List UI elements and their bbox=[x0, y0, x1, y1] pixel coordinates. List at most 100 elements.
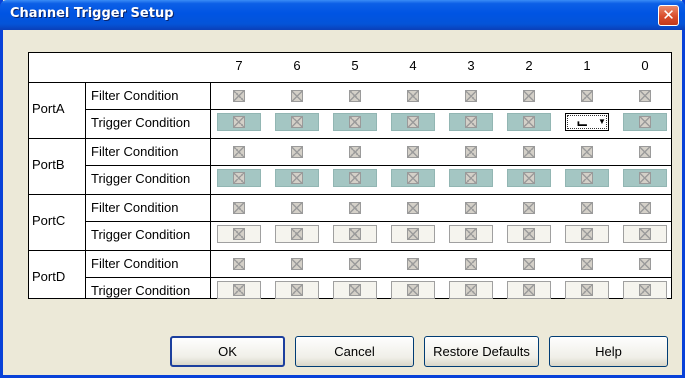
port-label: PortD bbox=[32, 269, 66, 284]
trigger-condition-cell[interactable] bbox=[449, 113, 493, 131]
cancel-button[interactable]: Cancel bbox=[295, 336, 414, 367]
close-icon[interactable]: ✕ bbox=[658, 5, 679, 26]
trigger-condition-cell[interactable] bbox=[391, 281, 435, 299]
trigger-condition-cell[interactable] bbox=[391, 225, 435, 243]
trigger-condition-cell[interactable] bbox=[623, 169, 667, 187]
filter-checkbox[interactable] bbox=[523, 258, 535, 270]
trigger-checkbox-icon bbox=[407, 284, 419, 296]
trigger-condition-cell[interactable] bbox=[623, 113, 667, 131]
filter-checkbox[interactable] bbox=[639, 90, 651, 102]
trigger-checkbox-icon bbox=[291, 172, 303, 184]
filter-checkbox[interactable] bbox=[639, 258, 651, 270]
channel-column-header: 6 bbox=[293, 58, 301, 73]
restore-defaults-button[interactable]: Restore Defaults bbox=[424, 336, 539, 367]
trigger-checkbox-icon bbox=[349, 116, 361, 128]
port-divider bbox=[29, 138, 671, 139]
filter-checkbox[interactable] bbox=[581, 146, 593, 158]
trigger-checkbox-icon bbox=[523, 116, 535, 128]
filter-checkbox[interactable] bbox=[349, 146, 361, 158]
channel-grid: 7 6 5 4 3 2 1 0 PortA Filter Condition Trigger Co… bbox=[28, 52, 672, 299]
trigger-checkbox-icon bbox=[639, 284, 651, 296]
filter-checkbox[interactable] bbox=[407, 146, 419, 158]
trigger-condition-cell[interactable] bbox=[449, 169, 493, 187]
filter-checkbox[interactable] bbox=[291, 258, 303, 270]
filter-checkbox[interactable] bbox=[349, 258, 361, 270]
filter-checkbox[interactable] bbox=[581, 258, 593, 270]
trigger-condition-dropdown[interactable]: ⌙ ▼ bbox=[565, 113, 609, 132]
filter-checkbox[interactable] bbox=[233, 258, 245, 270]
filter-checkbox[interactable] bbox=[639, 146, 651, 158]
filter-condition-label: Filter Condition bbox=[91, 200, 179, 215]
trigger-condition-cell[interactable] bbox=[275, 113, 319, 131]
trigger-condition-cell[interactable] bbox=[507, 113, 551, 131]
trigger-checkbox-icon bbox=[523, 284, 535, 296]
trigger-condition-cell[interactable] bbox=[333, 225, 377, 243]
filter-checkbox[interactable] bbox=[349, 202, 361, 214]
channel-column-header: 1 bbox=[583, 58, 591, 73]
trigger-checkbox-icon bbox=[291, 228, 303, 240]
filter-condition-label: Filter Condition bbox=[91, 88, 179, 103]
trigger-condition-cell[interactable] bbox=[217, 113, 261, 131]
trigger-checkbox-icon bbox=[639, 172, 651, 184]
trigger-condition-cell[interactable] bbox=[275, 281, 319, 299]
trigger-checkbox-icon bbox=[465, 228, 477, 240]
row-divider bbox=[85, 221, 671, 222]
filter-checkbox[interactable] bbox=[291, 146, 303, 158]
filter-checkbox[interactable] bbox=[465, 90, 477, 102]
channel-column-header: 0 bbox=[641, 58, 649, 73]
filter-checkbox[interactable] bbox=[523, 90, 535, 102]
port-label: PortC bbox=[32, 213, 66, 228]
trigger-condition-cell[interactable] bbox=[217, 225, 261, 243]
trigger-condition-cell[interactable] bbox=[275, 225, 319, 243]
trigger-condition-cell[interactable] bbox=[275, 169, 319, 187]
trigger-checkbox-icon bbox=[233, 284, 245, 296]
filter-checkbox[interactable] bbox=[581, 90, 593, 102]
filter-checkbox[interactable] bbox=[581, 202, 593, 214]
trigger-condition-cell[interactable] bbox=[507, 225, 551, 243]
row-divider bbox=[85, 109, 671, 110]
filter-checkbox[interactable] bbox=[407, 90, 419, 102]
chevron-down-icon[interactable]: ▼ bbox=[598, 117, 606, 126]
filter-checkbox[interactable] bbox=[291, 202, 303, 214]
trigger-condition-cell[interactable] bbox=[623, 281, 667, 299]
filter-checkbox[interactable] bbox=[465, 202, 477, 214]
filter-checkbox[interactable] bbox=[233, 146, 245, 158]
trigger-condition-cell[interactable] bbox=[333, 113, 377, 131]
filter-checkbox[interactable] bbox=[407, 258, 419, 270]
channel-column-header: 7 bbox=[235, 58, 243, 73]
trigger-condition-cell[interactable] bbox=[333, 281, 377, 299]
filter-checkbox[interactable] bbox=[233, 90, 245, 102]
trigger-condition-label: Trigger Condition bbox=[91, 283, 191, 298]
trigger-condition-cell[interactable] bbox=[449, 225, 493, 243]
filter-checkbox[interactable] bbox=[349, 90, 361, 102]
filter-checkbox[interactable] bbox=[465, 258, 477, 270]
filter-checkbox[interactable] bbox=[523, 202, 535, 214]
filter-checkbox[interactable] bbox=[407, 202, 419, 214]
trigger-condition-cell[interactable] bbox=[565, 169, 609, 187]
trigger-condition-cell[interactable] bbox=[565, 225, 609, 243]
trigger-condition-cell[interactable] bbox=[507, 169, 551, 187]
trigger-condition-cell[interactable] bbox=[217, 169, 261, 187]
trigger-condition-cell[interactable] bbox=[391, 169, 435, 187]
trigger-condition-cell[interactable] bbox=[449, 281, 493, 299]
trigger-condition-cell[interactable] bbox=[217, 281, 261, 299]
title-bar: Channel Trigger Setup ✕ bbox=[0, 0, 685, 30]
trigger-checkbox-icon bbox=[523, 172, 535, 184]
trigger-condition-cell[interactable] bbox=[391, 113, 435, 131]
filter-checkbox[interactable] bbox=[523, 146, 535, 158]
help-button[interactable]: Help bbox=[549, 336, 668, 367]
filter-checkbox[interactable] bbox=[233, 202, 245, 214]
filter-checkbox[interactable] bbox=[465, 146, 477, 158]
filter-checkbox[interactable] bbox=[291, 90, 303, 102]
trigger-condition-label: Trigger Condition bbox=[91, 115, 191, 130]
trigger-checkbox-icon bbox=[233, 228, 245, 240]
channel-trigger-setup-dialog: Channel Trigger Setup ✕ 7 6 5 4 3 2 1 0 PortA Fi… bbox=[0, 0, 685, 378]
ok-button[interactable]: OK bbox=[170, 336, 285, 367]
trigger-condition-cell[interactable] bbox=[565, 281, 609, 299]
trigger-condition-cell[interactable] bbox=[507, 281, 551, 299]
trigger-condition-cell[interactable] bbox=[333, 169, 377, 187]
trigger-checkbox-icon bbox=[581, 228, 593, 240]
filter-checkbox[interactable] bbox=[639, 202, 651, 214]
trigger-checkbox-icon bbox=[465, 284, 477, 296]
trigger-condition-cell[interactable] bbox=[623, 225, 667, 243]
